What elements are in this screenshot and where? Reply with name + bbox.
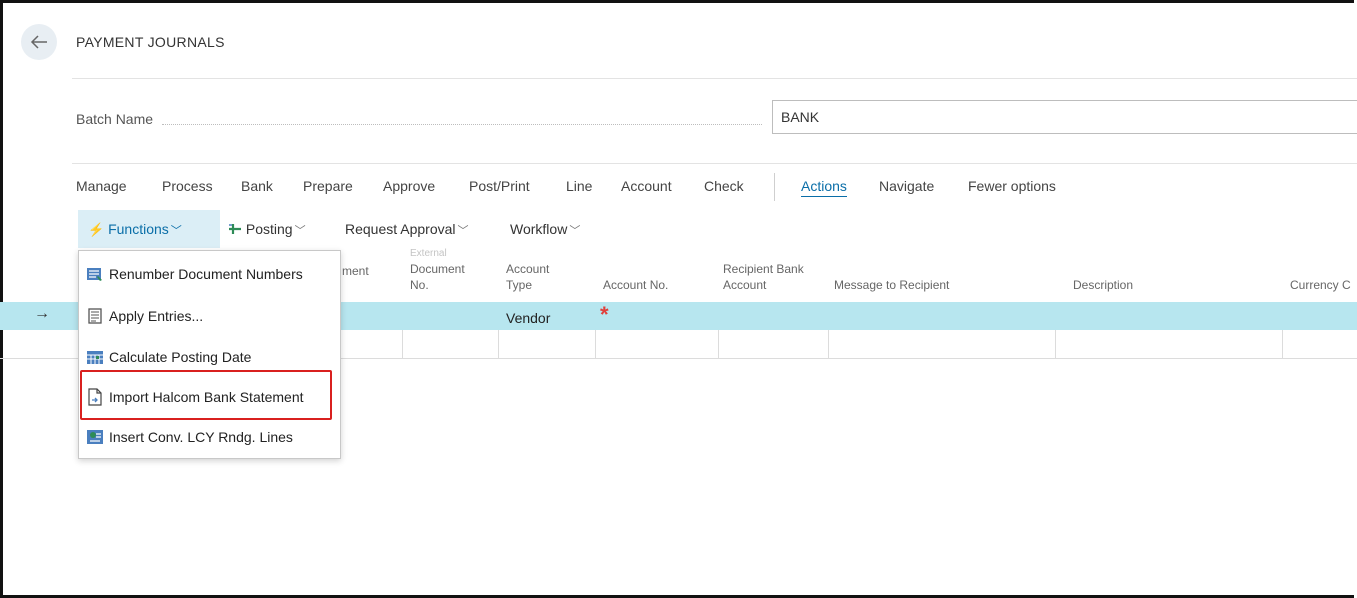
column-message-to-recipient[interactable]: Message to Recipient — [834, 278, 949, 293]
column-account-type-line2[interactable]: Type — [506, 278, 532, 293]
tab-account[interactable]: Account — [621, 178, 672, 194]
chevron-down-icon: ﹀ — [170, 225, 182, 237]
column-document-type[interactable]: ment — [342, 264, 369, 279]
column-account-type-line1[interactable]: Account — [506, 262, 549, 277]
functions-button[interactable]: ⚡ Functions ﹀ — [78, 210, 220, 248]
column-external-doc-line2[interactable]: Document — [410, 262, 465, 277]
divider — [72, 78, 1357, 79]
column-currency[interactable]: Currency C — [1290, 278, 1351, 293]
grid-line — [1055, 330, 1056, 358]
row-arrow-icon: → — [34, 305, 50, 322]
functions-dropdown-menu: Renumber Document Numbers Apply Entries.… — [78, 250, 341, 459]
batch-name-label: Batch Name — [76, 111, 154, 127]
posting-icon — [229, 224, 241, 234]
menu-item-insert-conv-lcy-rndg-lines[interactable]: Insert Conv. LCY Rndg. Lines — [79, 417, 341, 457]
tab-separator — [774, 173, 775, 201]
menu-item-apply-entries[interactable]: Apply Entries... — [79, 296, 341, 336]
cell-account-type[interactable]: Vendor — [506, 310, 550, 326]
apply-entries-icon — [85, 307, 105, 325]
grid-line — [595, 330, 596, 358]
tab-process[interactable]: Process — [162, 178, 213, 194]
grid-line — [1282, 330, 1283, 358]
column-description[interactable]: Description — [1073, 278, 1133, 293]
column-recipient-bank-line2[interactable]: Account — [723, 278, 766, 293]
column-external-doc-line3[interactable]: No. — [410, 278, 429, 293]
chevron-down-icon: ﹀ — [569, 225, 581, 237]
sub-action-bar: ⚡ Functions ﹀ Posting ﹀ Request Approval ﹀ … — [0, 210, 1357, 248]
required-asterisk-icon: * — [600, 302, 609, 327]
workflow-button[interactable]: Workflow ﹀ — [500, 210, 580, 248]
grid-line — [402, 330, 403, 358]
back-arrow-icon[interactable] — [21, 24, 57, 60]
import-file-icon — [85, 388, 105, 406]
grid-line — [718, 330, 719, 358]
batch-name-field[interactable] — [772, 100, 1357, 134]
calendar-icon — [85, 348, 105, 366]
menu-item-renumber-document-numbers[interactable]: Renumber Document Numbers — [79, 254, 341, 294]
grid-line — [828, 330, 829, 358]
lightning-icon: ⚡ — [88, 222, 105, 237]
tab-fewer-options[interactable]: Fewer options — [968, 178, 1056, 194]
chevron-down-icon: ﹀ — [457, 225, 469, 237]
column-external-doc-line1: External — [410, 248, 447, 259]
insert-lines-icon — [85, 428, 105, 446]
tab-approve[interactable]: Approve — [383, 178, 435, 194]
posting-button[interactable]: Posting ﹀ — [218, 210, 306, 248]
tab-check[interactable]: Check — [704, 178, 744, 194]
tab-manage[interactable]: Manage — [76, 178, 127, 194]
chevron-down-icon: ﹀ — [294, 225, 306, 237]
tab-actions[interactable]: Actions — [801, 178, 847, 197]
menu-item-import-halcom-bank-statement[interactable]: Import Halcom Bank Statement — [79, 377, 341, 417]
renumber-icon — [85, 265, 105, 283]
page-title: PAYMENT JOURNALS — [76, 34, 225, 50]
tab-navigate[interactable]: Navigate — [879, 178, 934, 194]
column-account-no[interactable]: Account No. — [603, 278, 668, 293]
tab-post-print[interactable]: Post/Print — [469, 178, 530, 194]
menu-item-calculate-posting-date[interactable]: Calculate Posting Date — [79, 337, 341, 377]
tab-line[interactable]: Line — [566, 178, 592, 194]
tab-bank[interactable]: Bank — [241, 178, 273, 194]
grid-line — [498, 330, 499, 358]
column-recipient-bank-line1[interactable]: Recipient Bank — [723, 262, 804, 277]
field-leader-dots — [162, 124, 762, 125]
divider — [72, 163, 1357, 164]
request-approval-button[interactable]: Request Approval ﹀ — [335, 210, 469, 248]
tab-prepare[interactable]: Prepare — [303, 178, 353, 194]
